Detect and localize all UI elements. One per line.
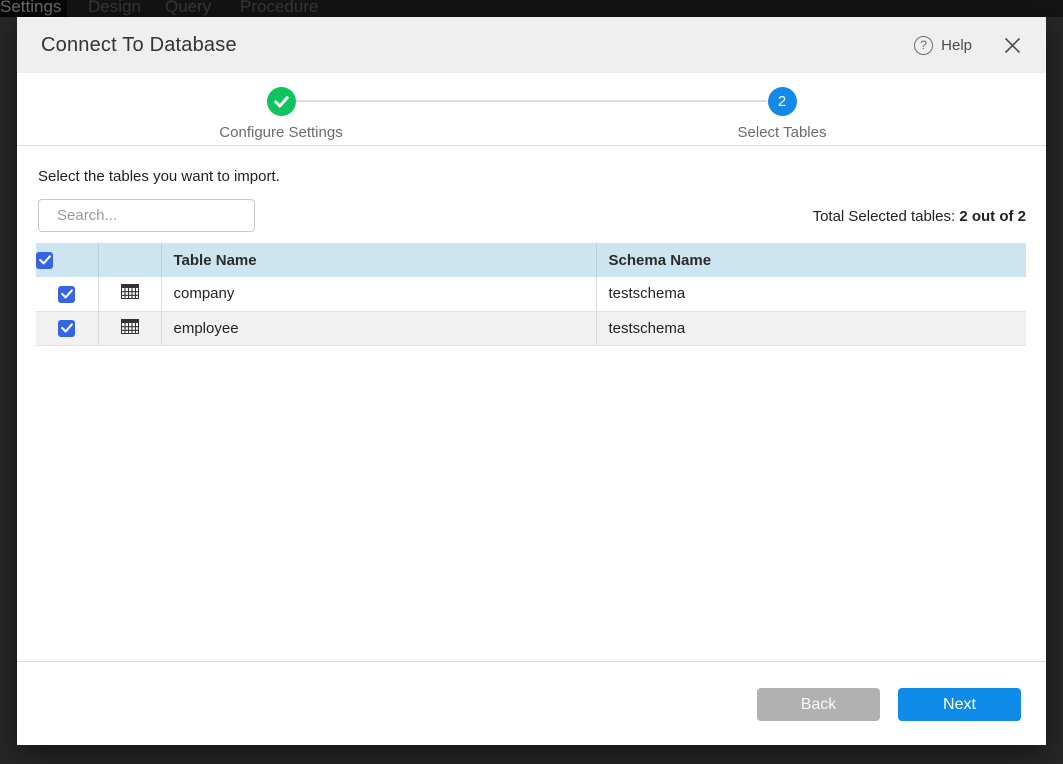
background-nav: Settings Design Query Procedure bbox=[0, 0, 1063, 17]
close-icon[interactable] bbox=[1002, 35, 1022, 55]
dialog-title: Connect To Database bbox=[41, 34, 237, 57]
selected-tables-summary: Total Selected tables: 2 out of 2 bbox=[813, 208, 1026, 225]
help-icon: ? bbox=[914, 36, 933, 55]
nav-tab-design[interactable]: Design bbox=[88, 0, 141, 17]
schema-name-cell: testschema bbox=[597, 285, 686, 302]
row-checkbox[interactable] bbox=[58, 320, 75, 337]
table-name-cell: company bbox=[162, 285, 235, 302]
table-header-row: Table Name Schema Name bbox=[36, 243, 1026, 277]
nav-tab-query[interactable]: Query bbox=[165, 0, 211, 17]
table-grid-icon bbox=[121, 319, 139, 338]
table-row[interactable]: employee testschema bbox=[36, 311, 1026, 345]
step-label: Configure Settings bbox=[181, 124, 381, 141]
tables-list: Table Name Schema Name bbox=[36, 243, 1026, 346]
step-select-tables[interactable]: 2 Select Tables bbox=[682, 87, 882, 141]
tab-divider bbox=[66, 0, 67, 17]
dialog-header: Connect To Database ? Help bbox=[17, 17, 1046, 73]
connect-to-database-dialog: Connect To Database ? Help Configure Set… bbox=[17, 17, 1046, 745]
nav-tab-procedure[interactable]: Procedure bbox=[240, 0, 318, 17]
summary-value: 2 out of 2 bbox=[959, 208, 1026, 225]
table-grid-icon bbox=[121, 284, 139, 303]
nav-tab-settings[interactable]: Settings bbox=[0, 0, 61, 17]
wizard-stepper: Configure Settings 2 Select Tables bbox=[17, 73, 1046, 146]
column-header-table-name[interactable]: Table Name bbox=[162, 252, 257, 269]
column-header-schema-name[interactable]: Schema Name bbox=[597, 252, 712, 269]
footer-divider bbox=[17, 661, 1046, 662]
step-complete-check-icon bbox=[267, 87, 296, 116]
step-label: Select Tables bbox=[682, 124, 882, 141]
instruction-text: Select the tables you want to import. bbox=[38, 168, 280, 185]
help-label: Help bbox=[941, 37, 972, 54]
table-search-box bbox=[38, 199, 255, 232]
step-number-badge: 2 bbox=[768, 87, 797, 116]
next-button[interactable]: Next bbox=[898, 688, 1021, 721]
back-button[interactable]: Back bbox=[757, 688, 880, 721]
schema-name-cell: testschema bbox=[597, 320, 686, 337]
row-checkbox[interactable] bbox=[58, 286, 75, 303]
table-row[interactable]: company testschema bbox=[36, 277, 1026, 311]
step-configure-settings[interactable]: Configure Settings bbox=[181, 87, 381, 141]
search-input[interactable] bbox=[57, 207, 256, 224]
summary-label: Total Selected tables: bbox=[813, 208, 956, 225]
select-all-checkbox[interactable] bbox=[36, 252, 53, 269]
table-name-cell: employee bbox=[162, 320, 239, 337]
help-button[interactable]: ? Help bbox=[914, 36, 972, 55]
